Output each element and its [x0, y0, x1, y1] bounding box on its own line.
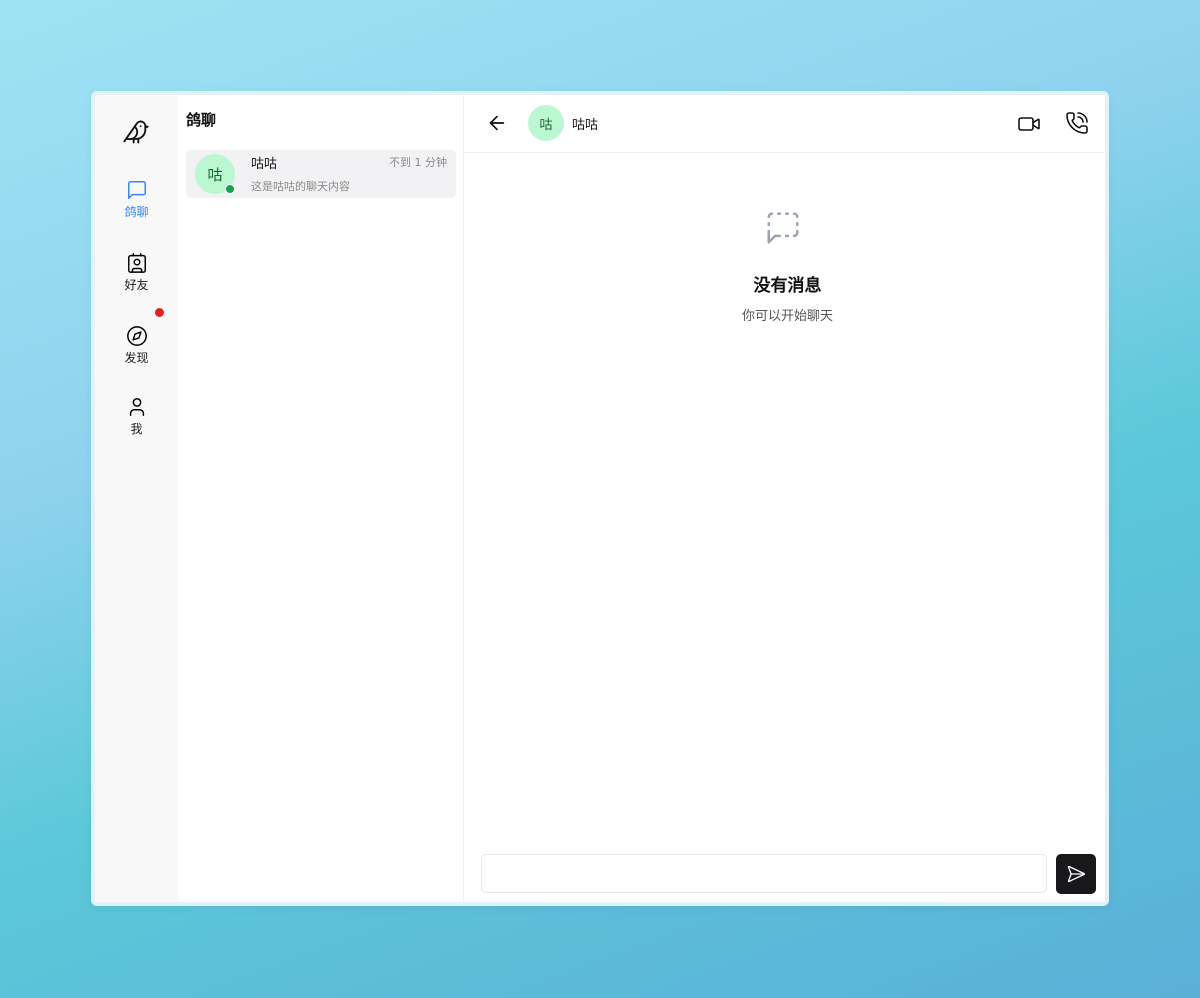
nav-item-me[interactable]: 我 — [95, 396, 178, 448]
contact-card-icon — [127, 253, 146, 273]
app-window: 鸽聊 好友 发现 我 鸽聊 咕 咕咕 不到 1 分钟 这是咕咕的聊天内容 咕 咕… — [91, 91, 1109, 906]
send-button[interactable] — [1056, 854, 1096, 894]
conversation-list: 鸽聊 咕 咕咕 不到 1 分钟 这是咕咕的聊天内容 — [178, 95, 464, 902]
phone-call-icon — [1066, 112, 1088, 134]
nav-item-label: 发现 — [124, 351, 149, 365]
chat-contact-name: 咕咕 — [572, 118, 599, 133]
list-title: 鸽聊 — [186, 111, 217, 129]
empty-state-subtitle: 你可以开始聊天 — [741, 309, 833, 324]
nav-item-friends[interactable]: 好友 — [95, 252, 178, 304]
user-icon — [129, 398, 144, 416]
online-status-dot — [225, 184, 235, 194]
chat-panel: 咕 咕咕 没有消息 你可以开始聊天 — [464, 95, 1105, 902]
avatar: 咕 — [528, 105, 564, 141]
compass-icon — [126, 326, 147, 346]
arrow-left-icon — [489, 115, 505, 131]
send-icon — [1067, 865, 1085, 883]
voice-call-button[interactable] — [1065, 111, 1089, 135]
chat-header: 咕 咕咕 — [464, 95, 1105, 153]
conversation-preview: 这是咕咕的聊天内容 — [251, 180, 350, 193]
nav-item-label: 我 — [130, 422, 143, 436]
video-icon — [1018, 117, 1040, 131]
empty-state-title: 没有消息 — [753, 276, 822, 296]
message-input[interactable] — [481, 854, 1047, 893]
message-square-icon — [127, 181, 146, 199]
back-button[interactable] — [486, 112, 508, 134]
conversation-name: 咕咕 — [251, 157, 278, 172]
nav-item-label: 鸽聊 — [124, 205, 149, 219]
bird-logo-icon — [122, 118, 150, 146]
nav-item-label: 好友 — [124, 278, 149, 292]
conversation-item[interactable]: 咕 咕咕 不到 1 分钟 这是咕咕的聊天内容 — [186, 150, 456, 198]
conversation-time: 不到 1 分钟 — [389, 156, 447, 169]
notification-dot — [155, 308, 164, 317]
message-square-dashed-icon — [764, 209, 802, 247]
nav-item-chats[interactable]: 鸽聊 — [95, 179, 178, 231]
video-call-button[interactable] — [1017, 112, 1041, 136]
nav-rail: 鸽聊 好友 发现 我 — [95, 95, 178, 902]
nav-item-discover[interactable]: 发现 — [95, 325, 178, 377]
